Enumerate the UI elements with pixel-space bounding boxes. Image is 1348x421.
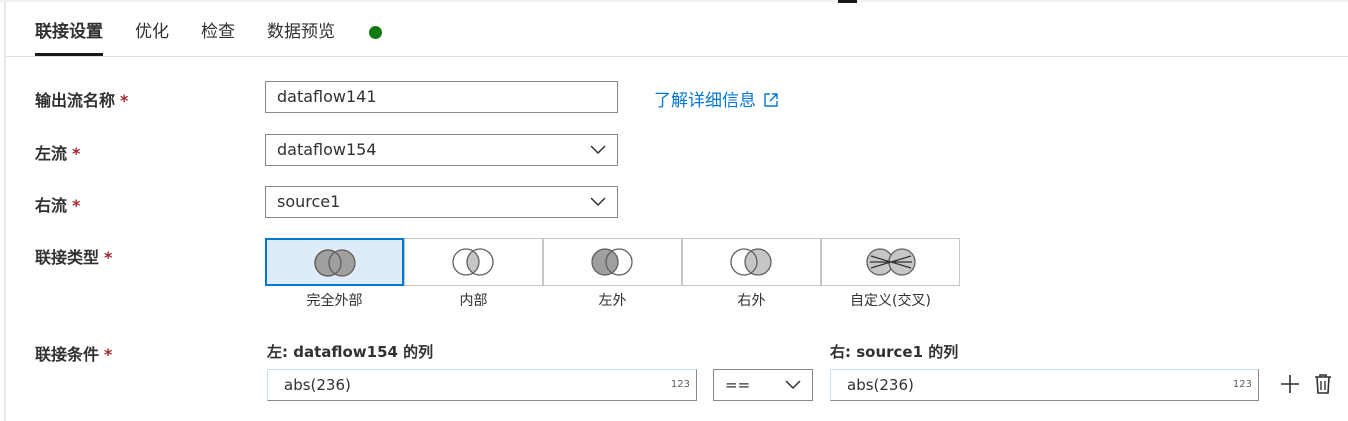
tab-inspect[interactable]: 检查 (201, 14, 235, 54)
left-stream-select[interactable]: dataflow154 (265, 134, 618, 166)
right-stream-select[interactable]: source1 (265, 186, 618, 218)
right-columns-header: 右: source1 的列 (830, 343, 959, 361)
inner-join-icon (452, 248, 494, 276)
chevron-down-icon (785, 380, 801, 390)
join-type-label-inner: 内部 (459, 293, 488, 309)
join-type-custom-cross[interactable] (821, 238, 960, 286)
left-column-input[interactable]: abs(236) 123 (267, 369, 697, 401)
top-border (0, 0, 1348, 2)
join-conditions-label: 联接条件 * (35, 345, 113, 364)
status-indicator (369, 26, 382, 39)
tab-join-settings[interactable]: 联接设置 (35, 14, 103, 56)
join-type-label-custom-cross: 自定义(交叉) (850, 293, 931, 309)
join-type-label-left-outer: 左外 (598, 293, 627, 309)
right-outer-join-icon (730, 248, 772, 276)
left-stream-label: 左流 * (35, 144, 81, 163)
required-marker: * (72, 196, 81, 215)
chevron-down-icon (590, 197, 606, 207)
numeric-type-badge: 123 (670, 379, 690, 390)
cross-join-icon (866, 248, 916, 276)
left-outer-join-icon (591, 248, 633, 276)
join-type-label-right-outer: 右外 (737, 293, 766, 309)
join-type-full-outer[interactable] (265, 238, 404, 286)
learn-more-link[interactable]: 了解详细信息 (654, 86, 779, 113)
join-type-right-outer[interactable] (682, 238, 821, 286)
required-marker: * (120, 91, 129, 110)
required-marker: * (72, 144, 81, 163)
tab-bar: 联接设置 优化 检查 数据预览 (35, 14, 367, 58)
tabs-divider (6, 56, 1348, 57)
external-link-icon (763, 92, 779, 113)
output-name-input[interactable]: dataflow141 (265, 81, 618, 113)
join-type-label: 联接类型 * (35, 248, 113, 267)
add-condition-button[interactable] (1279, 373, 1301, 399)
tab-data-preview[interactable]: 数据预览 (267, 14, 335, 54)
chevron-down-icon (590, 145, 606, 155)
required-marker: * (104, 345, 113, 364)
required-marker: * (104, 248, 113, 267)
output-name-label: 输出流名称 * (35, 91, 129, 110)
add-icon (1281, 375, 1299, 393)
join-type-left-outer[interactable] (543, 238, 682, 286)
tab-optimize[interactable]: 优化 (135, 14, 169, 54)
delete-condition-button[interactable] (1313, 373, 1333, 399)
join-type-inner[interactable] (404, 238, 543, 286)
right-column-input[interactable]: abs(236) 123 (830, 369, 1259, 401)
numeric-type-badge: 123 (1232, 379, 1252, 390)
join-type-label-full-outer: 完全外部 (306, 293, 363, 309)
left-columns-header: 左: dataflow154 的列 (267, 343, 434, 361)
operator-select[interactable]: == (713, 369, 813, 401)
right-stream-label: 右流 * (35, 196, 81, 215)
top-marker (838, 0, 857, 3)
delete-icon (1315, 374, 1331, 394)
full-outer-join-icon (314, 249, 356, 277)
left-panel-border (4, 2, 6, 421)
